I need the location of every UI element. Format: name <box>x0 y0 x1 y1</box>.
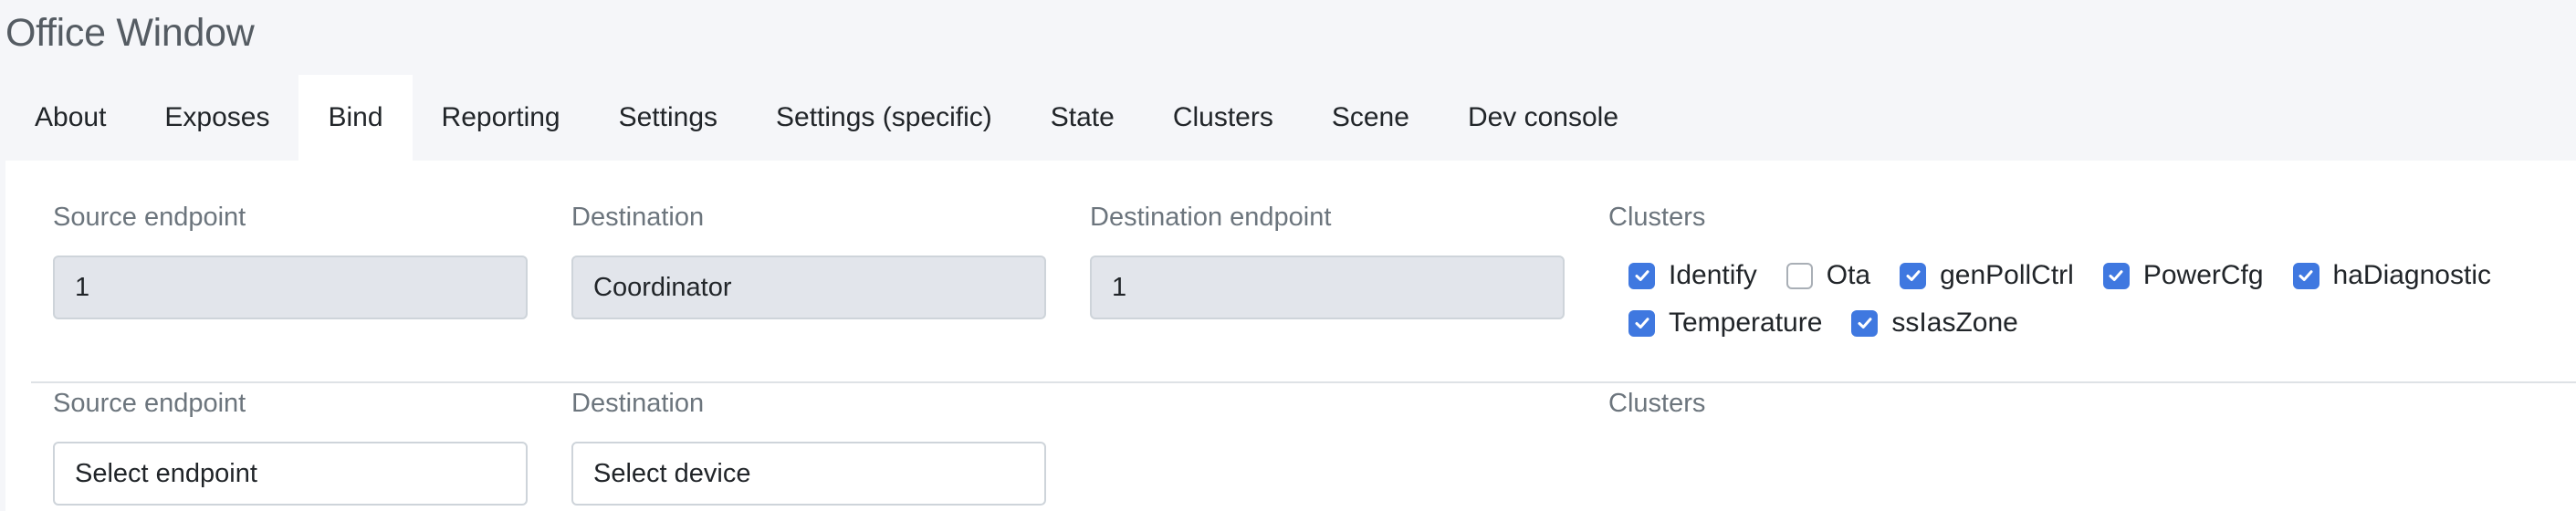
new-source-endpoint-label: Source endpoint <box>53 389 246 418</box>
checkbox-checked-icon[interactable] <box>1851 309 1879 337</box>
cluster-label: haDiagnostic <box>2332 260 2491 290</box>
clusters-checkbox-group: Identify Ota genPollCtrl PowerCfg haDiag… <box>1628 252 2576 347</box>
tab-settings-specific[interactable]: Settings (specific) <box>747 75 1021 161</box>
cluster-label: ssIasZone <box>1891 308 2018 338</box>
tab-about[interactable]: About <box>5 75 135 161</box>
destination-label: Destination <box>571 203 705 232</box>
destination-field: Coordinator <box>571 256 1046 319</box>
tab-bar: About Exposes Bind Reporting Settings Se… <box>5 75 2576 161</box>
tab-reporting[interactable]: Reporting <box>413 75 590 161</box>
cluster-label: Identify <box>1669 260 1757 290</box>
cluster-checkbox-identify[interactable]: Identify <box>1628 260 1757 291</box>
tab-bind[interactable]: Bind <box>298 75 413 161</box>
cluster-label: Temperature <box>1669 308 1823 338</box>
checkbox-checked-icon[interactable] <box>1628 309 1655 337</box>
tab-settings[interactable]: Settings <box>590 75 747 161</box>
cluster-checkbox-temperature[interactable]: Temperature <box>1628 308 1822 339</box>
binding-row: Source endpoint 1 Destination Coordinato… <box>5 161 2576 381</box>
destination-endpoint-field: 1 <box>1090 256 1565 319</box>
tab-scene[interactable]: Scene <box>1303 75 1439 161</box>
checkbox-checked-icon[interactable] <box>1900 262 1927 289</box>
page-title: Office Window <box>5 11 255 55</box>
clusters-label: Clusters <box>1608 203 1706 232</box>
checkbox-checked-icon[interactable] <box>1628 262 1655 289</box>
cluster-checkbox-genpollctrl[interactable]: genPollCtrl <box>1900 260 2074 291</box>
source-endpoint-label: Source endpoint <box>53 203 246 232</box>
tab-clusters[interactable]: Clusters <box>1144 75 1303 161</box>
clusters-line-1: Identify Ota genPollCtrl PowerCfg haDiag… <box>1628 252 2576 299</box>
cluster-checkbox-ota[interactable]: Ota <box>1785 260 1871 291</box>
cluster-label: Ota <box>1826 260 1871 290</box>
checkbox-checked-icon[interactable] <box>2292 262 2319 289</box>
new-destination-label: Destination <box>571 389 705 418</box>
new-clusters-label: Clusters <box>1608 389 1706 418</box>
tab-exposes[interactable]: Exposes <box>135 75 298 161</box>
source-endpoint-select[interactable]: Select endpoint <box>53 442 528 506</box>
checkbox-unchecked-icon[interactable] <box>1785 262 1813 289</box>
tab-state[interactable]: State <box>1021 75 1144 161</box>
cluster-checkbox-powercfg[interactable]: PowerCfg <box>2102 260 2264 291</box>
bind-panel: Source endpoint 1 Destination Coordinato… <box>5 161 2576 511</box>
source-endpoint-field: 1 <box>53 256 528 319</box>
cluster-label: PowerCfg <box>2142 260 2264 290</box>
cluster-label: genPollCtrl <box>1940 260 2074 290</box>
destination-endpoint-label: Destination endpoint <box>1090 203 1332 232</box>
destination-device-select[interactable]: Select device <box>571 442 1046 506</box>
cluster-checkbox-ssiaszone[interactable]: ssIasZone <box>1851 308 2018 339</box>
clusters-line-2: Temperature ssIasZone <box>1628 299 2576 347</box>
cluster-checkbox-hadiagnostic[interactable]: haDiagnostic <box>2292 260 2491 291</box>
checkbox-checked-icon[interactable] <box>2102 262 2130 289</box>
tab-dev-console[interactable]: Dev console <box>1439 75 1648 161</box>
new-binding-row: Source endpoint Select endpoint Destinat… <box>5 383 2576 511</box>
